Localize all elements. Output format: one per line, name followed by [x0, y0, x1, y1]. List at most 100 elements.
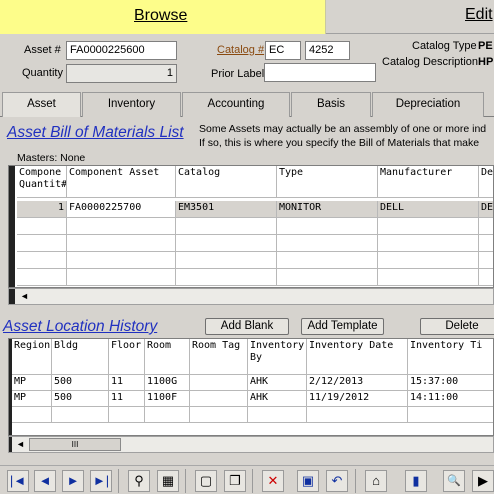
location-history-title[interactable]: Asset Location History — [3, 318, 157, 336]
loc-empty-cell[interactable] — [52, 407, 109, 423]
new-record-icon[interactable]: ▢ — [195, 470, 217, 492]
loc-col-inventory-date[interactable]: Inventory Date — [307, 339, 408, 375]
browse-label[interactable]: Browse — [134, 7, 187, 25]
bom-empty-cell[interactable] — [17, 252, 67, 269]
bom-empty-cell[interactable] — [378, 218, 479, 235]
loc-row-floor[interactable]: 11 — [109, 375, 145, 391]
loc-col-room[interactable]: Room — [145, 339, 190, 375]
bom-empty-cell[interactable] — [479, 218, 493, 235]
loc-row-floor[interactable]: 11 — [109, 391, 145, 407]
bom-row-component-asset[interactable]: FA0000225700 — [67, 201, 176, 218]
filter-icon[interactable]: ▦ — [157, 470, 179, 492]
find-icon[interactable]: ⚲ — [128, 470, 150, 492]
loc-empty-cell[interactable] — [408, 407, 493, 423]
loc-empty-cell[interactable] — [12, 407, 52, 423]
loc-row-inventory-date[interactable]: 2/12/2013 — [307, 375, 408, 391]
loc-row-region[interactable]: MP — [12, 391, 52, 407]
prior-label-field[interactable] — [264, 63, 376, 82]
bom-row-manufacturer[interactable]: DELL — [378, 201, 479, 218]
bom-row-quantity[interactable]: 1 — [17, 201, 67, 218]
loc-row-room[interactable]: 1100G — [145, 375, 190, 391]
delete-button[interactable]: Delete — [420, 318, 494, 335]
loc-col-region[interactable]: Region — [12, 339, 52, 375]
catalog-code-field[interactable]: EC — [265, 41, 301, 60]
bom-col-component-asset[interactable]: Component Asset — [67, 166, 176, 198]
loc-row-bldg[interactable]: 500 — [52, 375, 109, 391]
tab-inventory[interactable]: Inventory — [82, 92, 181, 117]
location-horizontal-scrollbar[interactable]: ◄ III — [8, 436, 494, 453]
search-doc-icon[interactable]: 🔍 — [443, 470, 465, 492]
bom-empty-cell[interactable] — [176, 269, 277, 286]
bom-empty-cell[interactable] — [277, 235, 378, 252]
loc-row-region[interactable]: MP — [12, 375, 52, 391]
loc-col-bldg[interactable]: Bldg — [52, 339, 109, 375]
loc-col-room-tag[interactable]: Room Tag — [190, 339, 248, 375]
loc-col-floor[interactable]: Floor — [109, 339, 145, 375]
loc-row-inventory-time[interactable]: 15:37:00 — [408, 375, 493, 391]
bom-empty-cell[interactable] — [176, 218, 277, 235]
tab-depreciation[interactable]: Depreciation — [372, 92, 484, 117]
bom-col-quantity[interactable]: Compone Quantit# — [17, 166, 67, 198]
bom-empty-cell[interactable] — [277, 218, 378, 235]
last-record-icon[interactable]: ►| — [90, 470, 112, 492]
loc-row-inventory-by[interactable]: AHK — [248, 391, 307, 407]
loc-empty-cell[interactable] — [109, 407, 145, 423]
delete-record-icon[interactable]: ✕ — [262, 470, 284, 492]
loc-row-inventory-time[interactable]: 14:11:00 — [408, 391, 493, 407]
add-blank-button[interactable]: Add Blank — [205, 318, 289, 335]
scroll-left-icon[interactable]: ◄ — [17, 289, 32, 304]
home-icon[interactable]: ⌂ — [365, 470, 387, 492]
asset-number-field[interactable]: FA0000225600 — [66, 41, 177, 60]
bom-empty-cell[interactable] — [17, 269, 67, 286]
bom-empty-cell[interactable] — [277, 252, 378, 269]
bom-empty-cell[interactable] — [479, 269, 493, 286]
bom-row-description[interactable]: DE — [479, 201, 493, 218]
loc-empty-cell[interactable] — [190, 407, 248, 423]
loc-row-room-tag[interactable] — [190, 375, 248, 391]
exit-icon[interactable]: ▶ — [472, 470, 494, 492]
save-icon[interactable]: ▣ — [297, 470, 319, 492]
bom-empty-cell[interactable] — [17, 235, 67, 252]
tab-asset[interactable]: Asset — [2, 92, 81, 117]
bom-row-catalog[interactable]: EM3501 — [176, 201, 277, 218]
loc-empty-cell[interactable] — [248, 407, 307, 423]
bom-empty-cell[interactable] — [378, 235, 479, 252]
bom-title[interactable]: Asset Bill of Materials List — [7, 124, 184, 142]
bom-row-type[interactable]: MONITOR — [277, 201, 378, 218]
edit-mode[interactable]: Edit — [465, 6, 493, 24]
bom-empty-cell[interactable] — [378, 252, 479, 269]
bom-empty-cell[interactable] — [277, 269, 378, 286]
bom-empty-cell[interactable] — [479, 252, 493, 269]
bom-empty-cell[interactable] — [176, 235, 277, 252]
tab-basis[interactable]: Basis — [291, 92, 371, 117]
bom-empty-cell[interactable] — [17, 218, 67, 235]
loc-row-inventory-by[interactable]: AHK — [248, 375, 307, 391]
bom-empty-cell[interactable] — [479, 235, 493, 252]
browse-mode[interactable]: Browse — [0, 0, 326, 34]
loc-row-room-tag[interactable] — [190, 391, 248, 407]
loc-col-inventory-by[interactable]: Inventory By — [248, 339, 307, 375]
bom-empty-cell[interactable] — [67, 269, 176, 286]
bom-empty-cell[interactable] — [67, 235, 176, 252]
first-record-icon[interactable]: |◄ — [7, 470, 29, 492]
loc-col-inventory-time[interactable]: Inventory Ti — [408, 339, 493, 375]
bom-empty-cell[interactable] — [378, 269, 479, 286]
bom-col-catalog[interactable]: Catalog — [176, 166, 277, 198]
bom-empty-cell[interactable] — [67, 252, 176, 269]
loc-row-bldg[interactable]: 500 — [52, 391, 109, 407]
loc-row-inventory-date[interactable]: 11/19/2012 — [307, 391, 408, 407]
next-record-icon[interactable]: ► — [62, 470, 84, 492]
catalog-number-link[interactable]: Catalog # — [217, 44, 264, 56]
tab-accounting[interactable]: Accounting — [182, 92, 290, 117]
previous-record-icon[interactable]: ◄ — [34, 470, 56, 492]
bom-col-type[interactable]: Type — [277, 166, 378, 198]
copy-record-icon[interactable]: ❐ — [224, 470, 246, 492]
add-template-button[interactable]: Add Template — [301, 318, 384, 335]
loc-row-room[interactable]: 1100F — [145, 391, 190, 407]
undo-icon[interactable]: ↶ — [326, 470, 348, 492]
bom-col-manufacturer[interactable]: Manufacturer — [378, 166, 479, 198]
book-icon[interactable]: ▮ — [405, 470, 427, 492]
bom-horizontal-scrollbar[interactable]: ◄ — [8, 288, 494, 305]
catalog-number-field[interactable]: 4252 — [305, 41, 350, 60]
loc-empty-cell[interactable] — [145, 407, 190, 423]
